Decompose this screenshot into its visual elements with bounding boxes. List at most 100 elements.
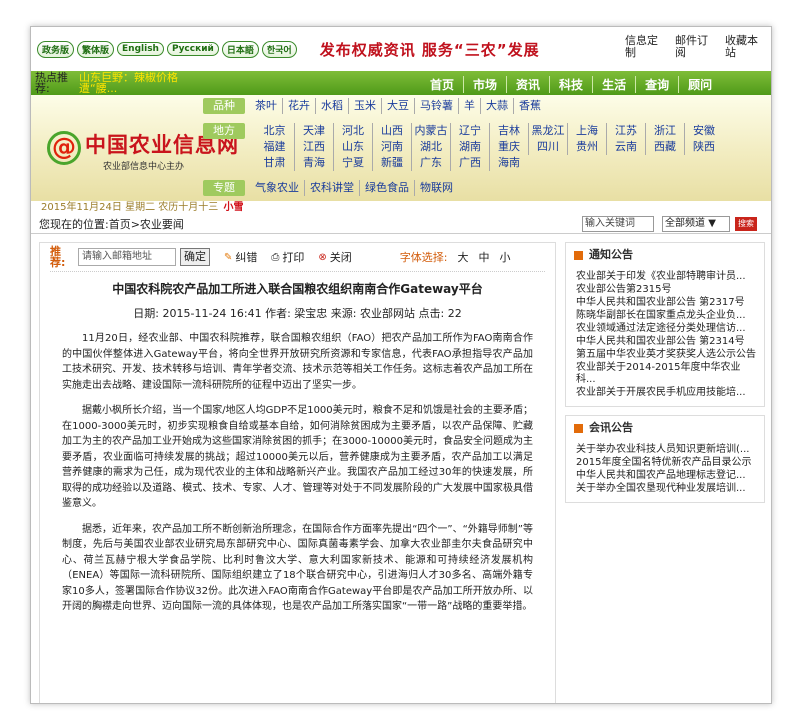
notice-item[interactable]: 陈晓华副部长在国家重点龙头企业负... bbox=[576, 310, 756, 322]
region-link[interactable]: 河北 bbox=[333, 123, 372, 139]
meeting-item[interactable]: 2015年度全国名特优新农产品目录公示 bbox=[576, 457, 756, 469]
lang-traditional[interactable]: 繁体版 bbox=[77, 40, 115, 58]
ticker-link[interactable]: 山东巨野：辣椒价格遭“腰... bbox=[79, 72, 199, 94]
bookmark-link[interactable]: 收藏本站 bbox=[725, 35, 767, 59]
region-link[interactable]: 贵州 bbox=[567, 139, 606, 155]
date-text: 2015年11月24日 星期二 农历十月十三 bbox=[41, 202, 219, 213]
email-input[interactable]: 请输入邮箱地址 bbox=[78, 248, 176, 266]
meeting-item[interactable]: 关于举办全国农垦现代种业发展培训... bbox=[576, 483, 756, 495]
region-link[interactable]: 山西 bbox=[372, 123, 411, 139]
notice-item[interactable]: 农业部公告第2315号 bbox=[576, 284, 756, 296]
font-size-small[interactable]: 小 bbox=[500, 249, 511, 265]
chevron-down-icon: ▼ bbox=[708, 218, 716, 229]
region-link[interactable]: 新疆 bbox=[372, 155, 411, 171]
lang-korean[interactable]: 한국어 bbox=[261, 40, 297, 58]
region-link[interactable]: 四川 bbox=[528, 139, 567, 155]
font-size-large[interactable]: 大 bbox=[458, 249, 469, 265]
meeting-item[interactable]: 关于举办农业科技人员知识更新培训(... bbox=[576, 444, 756, 456]
region-link[interactable]: 上海 bbox=[567, 123, 606, 139]
region-link[interactable]: 陕西 bbox=[684, 139, 723, 155]
nav-news[interactable]: 资讯 bbox=[506, 76, 549, 93]
search-input[interactable]: 输入关键词 bbox=[582, 216, 654, 232]
nav-life[interactable]: 生活 bbox=[592, 76, 635, 93]
topic-link[interactable]: 绿色食品 bbox=[359, 180, 414, 196]
region-link[interactable]: 湖南 bbox=[450, 139, 489, 155]
region-link[interactable]: 江西 bbox=[294, 139, 333, 155]
region-link[interactable]: 重庆 bbox=[489, 139, 528, 155]
region-link[interactable]: 内蒙古 bbox=[411, 123, 450, 139]
breadcrumb[interactable]: 您现在的位置:首页>农业要闻 bbox=[39, 216, 184, 232]
lang-russian[interactable]: Русский bbox=[166, 42, 219, 56]
nav-advisor[interactable]: 顾问 bbox=[678, 76, 721, 93]
region-link[interactable]: 浙江 bbox=[645, 123, 684, 139]
category-link[interactable]: 大蒜 bbox=[480, 98, 513, 114]
category-link[interactable]: 玉米 bbox=[348, 98, 381, 114]
notice-item[interactable]: 农业部关于印发《农业部特聘审计员... bbox=[576, 271, 756, 283]
category-link[interactable]: 大豆 bbox=[381, 98, 414, 114]
topic-link[interactable]: 农科讲堂 bbox=[304, 180, 359, 196]
lang-english[interactable]: English bbox=[117, 42, 164, 56]
region-link[interactable]: 天津 bbox=[294, 123, 333, 139]
tool-label: 关闭 bbox=[329, 251, 352, 264]
notice-item[interactable]: 农业部关于开展农民手机应用技能培... bbox=[576, 387, 756, 399]
font-size-medium[interactable]: 中 bbox=[479, 249, 490, 265]
region-link[interactable]: 辽宁 bbox=[450, 123, 489, 139]
region-link[interactable]: 北京 bbox=[255, 123, 294, 139]
region-link[interactable]: 安徽 bbox=[684, 123, 723, 139]
solar-term: 小雪 bbox=[223, 202, 244, 213]
nav-query[interactable]: 查询 bbox=[635, 76, 678, 93]
category-varieties: 品种 茶叶 花卉 水稻 玉米 大豆 马铃薯羊大蒜 香蕉 bbox=[203, 98, 747, 114]
region-link[interactable]: 宁夏 bbox=[333, 155, 372, 171]
topic-link[interactable]: 气象农业 bbox=[255, 180, 304, 196]
article-paragraph: 11月20日，经农业部、中国农科院推荐，联合国粮农组织（FAO）把农产品加工所作… bbox=[62, 333, 533, 391]
meeting-item[interactable]: 中华人民共和国农产品地理标志登记... bbox=[576, 470, 756, 482]
location-bar: 您现在的位置:首页>农业要闻 输入关键词 全部频道 ▼ 搜索 bbox=[31, 214, 771, 234]
region-link[interactable]: 西藏 bbox=[645, 139, 684, 155]
region-link[interactable]: 黑龙江 bbox=[528, 123, 567, 139]
category-link[interactable]: 花卉 bbox=[282, 98, 315, 114]
region-link[interactable]: 河南 bbox=[372, 139, 411, 155]
search-button[interactable]: 搜索 bbox=[735, 217, 757, 231]
close-icon: ⊗ bbox=[318, 251, 327, 263]
article-paragraph: 据悉，近年来，农产品加工所不断创新治所理念，在国际合作方面率先提出“四个一”、“… bbox=[62, 523, 533, 613]
region-link[interactable]: 甘肃 bbox=[255, 155, 294, 171]
panel-title: 会讯公告 bbox=[589, 421, 633, 434]
notice-item[interactable]: 第五届中华农业英才奖获奖人选公示公告 bbox=[576, 349, 756, 361]
region-link[interactable]: 海南 bbox=[489, 155, 528, 171]
region-link[interactable]: 吉林 bbox=[489, 123, 528, 139]
category-link[interactable]: 香蕉 bbox=[513, 98, 546, 114]
lang-japanese[interactable]: 日本語 bbox=[221, 40, 259, 58]
category-link[interactable]: 羊 bbox=[458, 98, 480, 114]
topic-link[interactable]: 物联网 bbox=[414, 180, 458, 196]
region-link[interactable]: 福建 bbox=[255, 139, 294, 155]
region-link[interactable]: 广西 bbox=[450, 155, 489, 171]
notice-item[interactable]: 农业部关于2014-2015年度中华农业科... bbox=[576, 362, 756, 386]
region-link[interactable]: 青海 bbox=[294, 155, 333, 171]
logo-at-icon: @ bbox=[47, 131, 81, 165]
notice-panel: 通知公告 农业部关于印发《农业部特聘审计员... 农业部公告第2315号 中华人民共… bbox=[565, 242, 765, 407]
region-link[interactable]: 湖北 bbox=[411, 139, 450, 155]
close-button[interactable]: ⊗ 关闭 bbox=[318, 249, 351, 265]
category-link[interactable]: 茶叶 bbox=[255, 98, 282, 114]
region-link[interactable]: 山东 bbox=[333, 139, 372, 155]
nav-market[interactable]: 市场 bbox=[463, 76, 506, 93]
category-link[interactable]: 水稻 bbox=[315, 98, 348, 114]
correct-button[interactable]: ✎ 纠错 bbox=[224, 249, 257, 265]
region-link[interactable]: 江苏 bbox=[606, 123, 645, 139]
notice-list: 农业部关于印发《农业部特聘审计员... 农业部公告第2315号 中华人民共和国农业部… bbox=[566, 267, 764, 406]
nav-home[interactable]: 首页 bbox=[421, 76, 463, 93]
channel-select[interactable]: 全部频道 ▼ bbox=[662, 216, 730, 232]
region-link[interactable]: 云南 bbox=[606, 139, 645, 155]
bullet-icon bbox=[574, 423, 583, 433]
region-link[interactable]: 广东 bbox=[411, 155, 450, 171]
lang-gov[interactable]: 政务版 bbox=[37, 40, 75, 58]
confirm-button[interactable]: 确定 bbox=[180, 248, 210, 266]
notice-item[interactable]: 中华人民共和国农业部公告 第2317号 bbox=[576, 297, 756, 309]
category-link[interactable]: 马铃薯 bbox=[414, 98, 458, 114]
nav-tech[interactable]: 科技 bbox=[549, 76, 592, 93]
info-customize-link[interactable]: 信息定制 bbox=[625, 35, 667, 59]
print-button[interactable]: ⎙ 打印 bbox=[271, 249, 304, 265]
notice-item[interactable]: 中华人民共和国农业部公告 第2314号 bbox=[576, 336, 756, 348]
notice-item[interactable]: 农业领域通过法定途径分类处理信访... bbox=[576, 323, 756, 335]
mail-subscribe-link[interactable]: 邮件订阅 bbox=[675, 35, 717, 59]
